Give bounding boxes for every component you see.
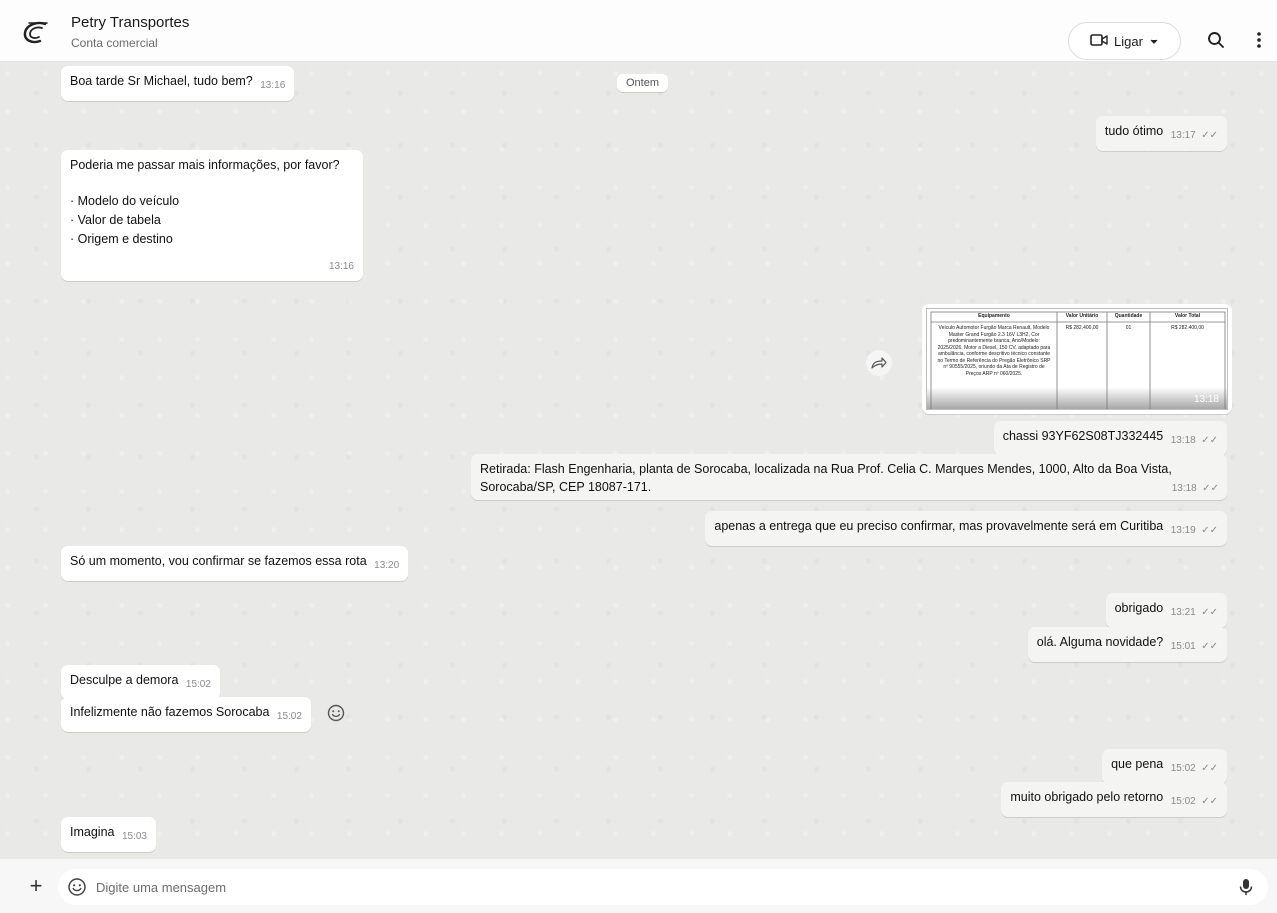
microphone-icon[interactable] [1236,877,1256,897]
message-time: 13:18 [1193,394,1219,405]
message-time: 13:17 [1170,130,1196,141]
table-cell: 01 [1125,325,1132,331]
message-time: 15:02 [1170,763,1196,774]
message-text: Imagina [70,825,115,839]
list-item: Origem e destino [70,230,354,249]
call-button[interactable]: Ligar [1068,22,1181,60]
message-text: Infelizmente não fazemos Sorocaba [70,705,270,719]
petry-logo-icon[interactable] [20,18,50,48]
read-ticks-icon: ✓✓ [1201,796,1218,807]
message-bubble-outgoing[interactable]: tudo ótimo 13:17 ✓✓ [1095,116,1227,151]
emoji-icon[interactable] [326,703,346,723]
message-text: Retirada: Flash Engenharia, planta de So… [480,462,1172,476]
composer [58,869,1268,905]
message-bubble-incoming[interactable]: Imagina 15:03 [61,817,156,852]
message-bubble-outgoing[interactable]: chassi 93YF62S08TJ332445 13:18 ✓✓ [993,421,1227,456]
forward-icon[interactable] [866,350,892,376]
message-bubble-incoming[interactable]: Infelizmente não fazemos Sorocaba 15:02 [61,697,311,732]
message-bubble-outgoing[interactable]: olá. Alguma novidade? 15:01 ✓✓ [1027,627,1227,662]
search-icon[interactable] [1202,26,1230,54]
message-time: 15:02 [1170,796,1196,807]
message-bubble-outgoing[interactable]: que pena 15:02 ✓✓ [1102,749,1227,784]
read-ticks-icon: ✓✓ [1201,130,1218,141]
message-time: 13:18 [1170,435,1196,446]
list-item: Valor de tabela [70,211,354,230]
message-text: obrigado [1114,601,1164,615]
table-cell: Veículo Automotor Furgão Marca Renault, … [937,325,1051,377]
message-text: Boa tarde Sr Michael, tudo bem? [70,74,253,88]
more-vertical-icon[interactable] [1245,26,1273,54]
video-camera-icon [1090,33,1108,50]
contact-name[interactable]: Petry Transportes [71,14,189,31]
read-ticks-icon: ✓✓ [1201,607,1218,618]
message-text: Poderia me passar mais informações, por … [70,158,340,172]
message-list: Modelo do veículo Valor de tabela Origem… [70,192,354,249]
message-text: chassi 93YF62S08TJ332445 [1002,429,1164,443]
message-text: Desculpe a demora [70,673,179,687]
message-text: Só um momento, vou confirmar se fazemos … [70,554,367,568]
contact-subtitle: Conta comercial [71,36,158,50]
message-text: apenas a entrega que eu preciso confirma… [714,519,1164,533]
message-text: olá. Alguma novidade? [1036,635,1164,649]
message-time: 13:16 [328,261,354,272]
message-time: 15:02 [185,679,211,690]
read-ticks-icon: ✓✓ [1201,641,1218,652]
message-bubble-outgoing[interactable]: muito obrigado pelo retorno 15:02 ✓✓ [1001,782,1227,817]
message-bubble-outgoing[interactable]: obrigado 13:21 ✓✓ [1105,593,1227,628]
read-ticks-icon: ✓✓ [1201,763,1218,774]
table-header-cell: Valor Total [1174,313,1201,319]
message-text: Sorocaba/SP, CEP 18087-171. [480,480,652,494]
message-text: muito obrigado pelo retorno [1010,790,1164,804]
read-ticks-icon: ✓✓ [1201,435,1218,446]
message-bubble-incoming[interactable]: Poderia me passar mais informações, por … [61,150,363,281]
table-cell: R$ 282.400,00 [1065,325,1099,331]
composer-bar: + [0,859,1277,913]
table-image: Equipamento Valor Unitário Quantidade Va… [926,308,1228,410]
table-header-cell: Quantidade [1114,313,1143,319]
message-bubble-incoming[interactable]: Desculpe a demora 15:02 [61,665,220,700]
date-separator: Ontem [617,74,669,92]
message-bubble-outgoing[interactable]: apenas a entrega que eu preciso confirma… [705,511,1227,546]
read-ticks-icon: ✓✓ [1201,525,1218,536]
call-label: Ligar [1114,33,1143,49]
message-time: 15:03 [121,831,147,842]
message-bubble-incoming[interactable]: Só um momento, vou confirmar se fazemos … [61,546,409,581]
message-time: 13:19 [1170,525,1196,536]
read-ticks-icon: ✓✓ [1202,483,1219,494]
message-time: 13:20 [374,560,400,571]
message-text: tudo ótimo [1104,124,1164,138]
message-time: 13:16 [260,80,286,91]
table-header-cell: Valor Unitário [1065,313,1099,319]
message-time: 13:21 [1170,607,1196,618]
chat-header: Petry Transportes Conta comercial Ligar [0,0,1277,62]
message-time: 15:02 [276,711,302,722]
message-text: que pena [1111,757,1164,771]
list-item: Modelo do veículo [70,192,354,211]
emoji-icon[interactable] [66,876,88,898]
plus-icon[interactable]: + [24,874,48,898]
message-time: 13:18 [1171,483,1197,494]
table-cell: R$ 282.400,00 [1171,325,1204,331]
message-bubble-outgoing[interactable]: Retirada: Flash Engenharia, planta de So… [471,454,1227,500]
message-time: 15:01 [1170,641,1196,652]
message-input[interactable] [96,869,1216,905]
image-message[interactable]: Equipamento Valor Unitário Quantidade Va… [922,304,1232,414]
image-overlay [927,387,1227,409]
table-header-cell: Equipamento [978,313,1010,319]
message-bubble-incoming[interactable]: Boa tarde Sr Michael, tudo bem? 13:16 [61,66,295,101]
chevron-down-icon [1149,34,1159,49]
